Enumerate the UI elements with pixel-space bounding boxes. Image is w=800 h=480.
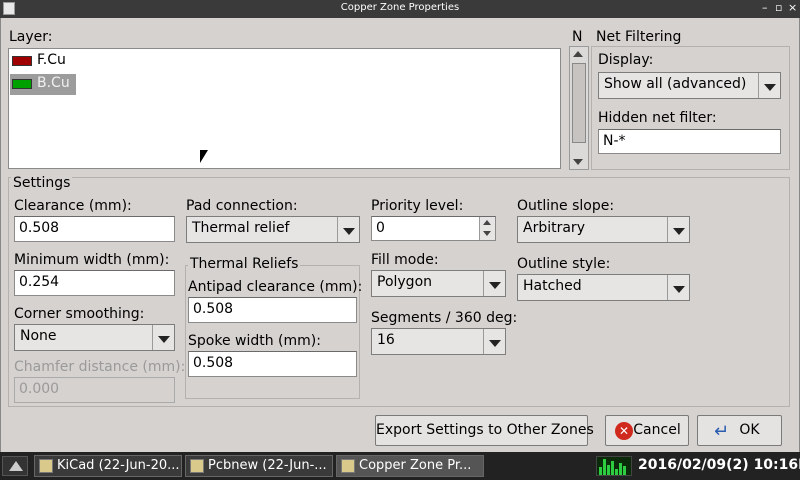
layer-color-swatch bbox=[12, 79, 32, 89]
min-width-label: Minimum width (mm): bbox=[14, 252, 170, 268]
layer-color-swatch bbox=[12, 56, 32, 66]
segments-label: Segments / 360 deg: bbox=[371, 310, 518, 326]
taskbar: KiCad (22-Jun-20... Pcbnew (22-Jun-... C… bbox=[0, 452, 800, 480]
chamfer-input: 0.000 bbox=[14, 377, 175, 403]
cancel-label: Cancel bbox=[633, 422, 681, 438]
task-copper-zone[interactable]: Copper Zone Pr... bbox=[336, 455, 484, 477]
outline-slope-label: Outline slope: bbox=[517, 198, 615, 214]
spin-down-icon[interactable] bbox=[483, 231, 491, 236]
spoke-width-label: Spoke width (mm): bbox=[188, 333, 321, 349]
chevron-down-icon bbox=[667, 275, 689, 300]
start-menu-icon[interactable] bbox=[2, 456, 28, 476]
chevron-down-icon bbox=[483, 329, 505, 354]
close-icon[interactable]: × bbox=[788, 1, 797, 14]
min-width-input[interactable]: 0.254 bbox=[14, 270, 175, 296]
spin-up-icon[interactable] bbox=[483, 220, 491, 225]
mouse-cursor-icon bbox=[200, 150, 208, 163]
hidden-filter-input[interactable]: N-* bbox=[598, 129, 781, 154]
window-title: Copper Zone Properties bbox=[340, 2, 460, 13]
kicad-app-icon bbox=[39, 459, 53, 473]
priority-spinner[interactable] bbox=[479, 217, 495, 240]
layer-item-fcu[interactable]: F.Cu bbox=[10, 51, 76, 71]
clock: 2016/02/09(2) 10:16PM bbox=[638, 457, 800, 473]
scroll-down-icon[interactable] bbox=[573, 159, 583, 165]
priority-label: Priority level: bbox=[371, 198, 464, 214]
fill-mode-value: Polygon bbox=[377, 274, 433, 290]
layer-item-bcu[interactable]: B.Cu bbox=[10, 74, 76, 95]
corner-smoothing-label: Corner smoothing: bbox=[14, 306, 145, 322]
chevron-down-icon bbox=[758, 73, 780, 98]
title-bar: Copper Zone Properties – ▫ × bbox=[0, 0, 800, 18]
maximize-icon[interactable]: ▫ bbox=[775, 1, 782, 14]
display-label: Display: bbox=[598, 52, 654, 68]
display-value: Show all (advanced) bbox=[604, 76, 747, 92]
layer-list-column-n: N bbox=[572, 29, 583, 45]
priority-input[interactable]: 0 bbox=[371, 216, 496, 241]
minimize-icon[interactable]: – bbox=[762, 1, 768, 14]
task-pcbnew[interactable]: Pcbnew (22-Jun-... bbox=[185, 455, 333, 477]
copper-zone-app-icon bbox=[341, 459, 355, 473]
display-select[interactable]: Show all (advanced) bbox=[598, 72, 781, 99]
ok-button[interactable]: ↵ OK bbox=[697, 415, 782, 446]
export-settings-button[interactable]: Export Settings to Other Zones bbox=[375, 415, 594, 446]
task-label: Copper Zone Pr... bbox=[359, 458, 472, 473]
segments-select[interactable]: 16 bbox=[371, 328, 506, 355]
cancel-icon: ✕ bbox=[615, 422, 633, 440]
chevron-down-icon bbox=[337, 217, 359, 242]
ok-arrow-icon: ↵ bbox=[714, 421, 730, 442]
ok-label: OK bbox=[739, 422, 760, 438]
task-kicad[interactable]: KiCad (22-Jun-20... bbox=[34, 455, 182, 477]
task-label: Pcbnew (22-Jun-... bbox=[208, 458, 327, 473]
corner-smoothing-select[interactable]: None bbox=[14, 324, 175, 351]
pcbnew-app-icon bbox=[190, 459, 204, 473]
segments-value: 16 bbox=[377, 332, 395, 348]
outline-style-label: Outline style: bbox=[517, 256, 611, 272]
task-label: KiCad (22-Jun-20... bbox=[57, 458, 180, 473]
dialog-body: Layer: N F.Cu B.Cu Net Filtering Display… bbox=[0, 18, 800, 452]
outline-style-select[interactable]: Hatched bbox=[517, 274, 690, 301]
clearance-label: Clearance (mm): bbox=[14, 198, 132, 214]
outline-slope-select[interactable]: Arbitrary bbox=[517, 216, 690, 243]
thermal-reliefs-title: Thermal Reliefs bbox=[188, 256, 301, 272]
cancel-button[interactable]: ✕ Cancel bbox=[605, 415, 689, 446]
chevron-down-icon bbox=[483, 271, 505, 296]
outline-slope-value: Arbitrary bbox=[523, 220, 585, 236]
layer-list-scrollbar[interactable] bbox=[569, 46, 589, 170]
spoke-width-input[interactable]: 0.508 bbox=[188, 351, 357, 377]
corner-smoothing-value: None bbox=[20, 328, 57, 344]
layer-list[interactable]: F.Cu B.Cu bbox=[8, 48, 561, 169]
cpu-monitor-icon bbox=[596, 456, 632, 476]
pad-connection-select[interactable]: Thermal relief bbox=[186, 216, 360, 243]
layer-name: B.Cu bbox=[37, 75, 70, 91]
layer-label: Layer: bbox=[9, 29, 53, 45]
fill-mode-select[interactable]: Polygon bbox=[371, 270, 506, 297]
chevron-down-icon bbox=[667, 217, 689, 242]
settings-title: Settings bbox=[11, 175, 73, 191]
net-filtering-title: Net Filtering bbox=[594, 29, 684, 45]
fill-mode-label: Fill mode: bbox=[371, 252, 439, 268]
hidden-filter-label: Hidden net filter: bbox=[598, 110, 717, 126]
antipad-input[interactable]: 0.508 bbox=[188, 297, 357, 323]
scrollbar-thumb[interactable] bbox=[572, 63, 586, 143]
chevron-down-icon bbox=[152, 325, 174, 350]
scroll-up-icon[interactable] bbox=[573, 51, 583, 57]
pad-connection-value: Thermal relief bbox=[192, 220, 290, 236]
pad-connection-label: Pad connection: bbox=[186, 198, 298, 214]
antipad-label: Antipad clearance (mm): bbox=[188, 279, 363, 295]
layer-name: F.Cu bbox=[37, 52, 66, 68]
outline-style-value: Hatched bbox=[523, 278, 582, 294]
clearance-input[interactable]: 0.508 bbox=[14, 216, 175, 242]
chamfer-label: Chamfer distance (mm): bbox=[14, 359, 186, 375]
